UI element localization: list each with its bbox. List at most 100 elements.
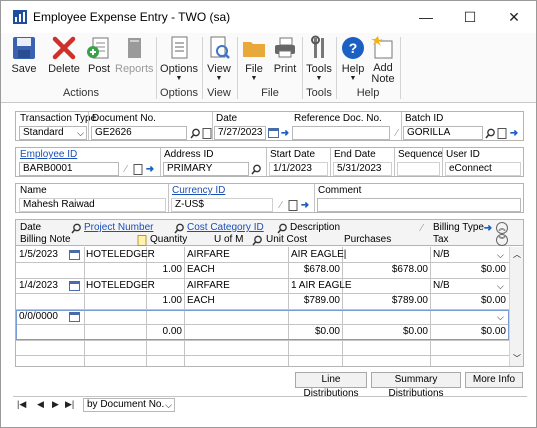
row-tax[interactable]: $0.00 [430,325,506,339]
tools-group-label: Tools [306,87,332,99]
employee-id-field[interactable]: BARB0001 [19,162,119,176]
calendar-icon[interactable] [68,249,80,261]
transaction-type-label: Transaction Type [20,113,97,124]
app-icon [13,10,27,24]
tools-button[interactable]: Tools ▼ [305,35,333,83]
lookup-icon[interactable] [189,127,201,139]
date-field[interactable]: 7/27/2023 [214,126,266,140]
note-icon[interactable] [136,234,148,246]
ribbon-separator [400,37,401,99]
project-number-column-link[interactable]: Project Number [84,222,153,233]
post-button[interactable]: Post [85,35,113,83]
view-icon [210,36,230,59]
last-record-icon[interactable]: ▶| [65,399,74,410]
row-purchases: $789.00 [391,295,428,306]
expand-icon[interactable]: ︾ [496,234,508,246]
new-document-icon[interactable] [132,163,144,175]
chevron-down-icon: ▼ [349,75,357,82]
chevron-down-icon[interactable]: ⌵ [497,279,504,293]
name-currency-frame: Name Currency ID Comment Mahesh Raiwad Z… [15,183,524,213]
calendar-icon[interactable] [68,311,80,323]
lookup-icon[interactable] [276,222,288,234]
row-billing-type: N/B [433,249,450,260]
maximize-button[interactable]: ☐ [448,1,492,33]
close-button[interactable]: ✕ [492,1,536,33]
options-button[interactable]: Options ▼ [159,35,199,83]
add-note-label-line2: Note [371,73,395,85]
previous-record-icon[interactable]: ◀ [37,399,44,410]
calendar-icon[interactable] [68,280,80,292]
arrow-right-icon[interactable]: ➜ [279,127,291,139]
arrow-right-icon[interactable]: ➜ [299,199,311,211]
add-note-button[interactable]: Add Note [369,35,397,85]
lookup-icon[interactable] [484,127,496,139]
lookup-icon[interactable] [250,163,262,175]
calendar-icon[interactable] [267,127,279,139]
reference-doc-field[interactable] [292,126,390,140]
col-divider [184,247,185,366]
more-info-button[interactable]: More Info [465,372,523,388]
minimize-button[interactable]: — [404,1,448,33]
comment-field[interactable] [317,198,521,212]
note-icon[interactable]: ⁄ [275,199,287,211]
scroll-up-icon[interactable]: ︿ [513,249,521,260]
ribbon-separator [336,37,337,99]
row-unit-cost[interactable]: $0.00 [288,325,340,339]
row-purchases[interactable]: $0.00 [342,325,428,339]
next-record-icon[interactable]: ▶ [52,399,59,410]
note-icon[interactable]: ⁄ [416,222,428,234]
note-icon[interactable]: ⁄ [120,163,132,175]
lookup-icon[interactable] [70,222,82,234]
cost-category-column-link[interactable]: Cost Category ID [187,222,264,233]
row-quantity: 1.00 [162,295,182,306]
billing-note-column-header: Billing Note [20,234,71,245]
vertical-scrollbar[interactable]: ︿ ﹀ [509,247,523,366]
collapse-icon[interactable]: ︽ [496,222,508,234]
document-no-field[interactable]: GE2626 [91,126,187,140]
print-button[interactable]: Print [271,35,299,83]
tools-label: Tools [306,63,332,75]
summary-distributions-button[interactable]: Summary Distributions [371,372,461,399]
sequence-field [397,162,440,176]
delete-button[interactable]: Delete [47,35,81,83]
save-button[interactable]: Save [9,35,39,83]
arrow-right-icon[interactable]: ➜ [144,163,156,175]
currency-id-link[interactable]: Currency ID [172,185,225,196]
new-document-icon[interactable] [287,199,299,211]
file-button[interactable]: File ▼ [241,35,267,83]
divider [330,148,331,176]
folder-icon [243,42,265,57]
name-field: Mahesh Raiwad [19,198,166,212]
row-quantity[interactable]: 0.00 [146,325,182,339]
help-button[interactable]: ? Help ▼ [339,35,367,83]
divider [160,148,161,176]
employee-expense-entry-window: Employee Expense Entry - TWO (sa) — ☐ ✕ … [0,0,537,428]
note-icon[interactable]: ⁄ [391,127,403,139]
date-label: Date [216,113,238,124]
chevron-down-icon[interactable]: ⌵ [497,310,504,324]
row-billing-type: N/B [433,280,450,291]
arrow-right-icon[interactable]: ➜ [508,127,520,139]
transaction-type-value: Standard [23,127,64,138]
svg-text:?: ? [349,40,358,56]
employee-id-link[interactable]: Employee ID [20,149,77,160]
reports-button[interactable]: Reports [115,35,154,83]
new-document-icon[interactable] [201,127,213,139]
help-icon: ? [342,37,364,59]
first-record-icon[interactable]: |◀ [17,399,26,410]
scroll-down-icon[interactable]: ﹀ [513,353,521,364]
sort-by-select[interactable]: by Document No. ⌵ [83,398,175,412]
start-date-label: Start Date [270,149,316,160]
batch-id-field[interactable]: GORILLA [403,126,483,140]
address-id-field[interactable]: PRIMARY [163,162,249,176]
view-button[interactable]: View ▼ [205,35,233,83]
row-date[interactable]: 0/0/0000 [19,310,58,324]
chevron-down-icon[interactable]: ⌵ [497,248,504,262]
purchases-column-header: Purchases [344,234,392,245]
lookup-icon[interactable] [173,222,185,234]
transaction-type-select[interactable]: Standard ⌵ [19,126,87,140]
line-distributions-button[interactable]: Line Distributions [295,372,367,399]
lookup-icon[interactable] [251,234,263,246]
new-document-icon[interactable] [496,127,508,139]
arrow-right-icon[interactable]: ➜ [482,222,494,234]
